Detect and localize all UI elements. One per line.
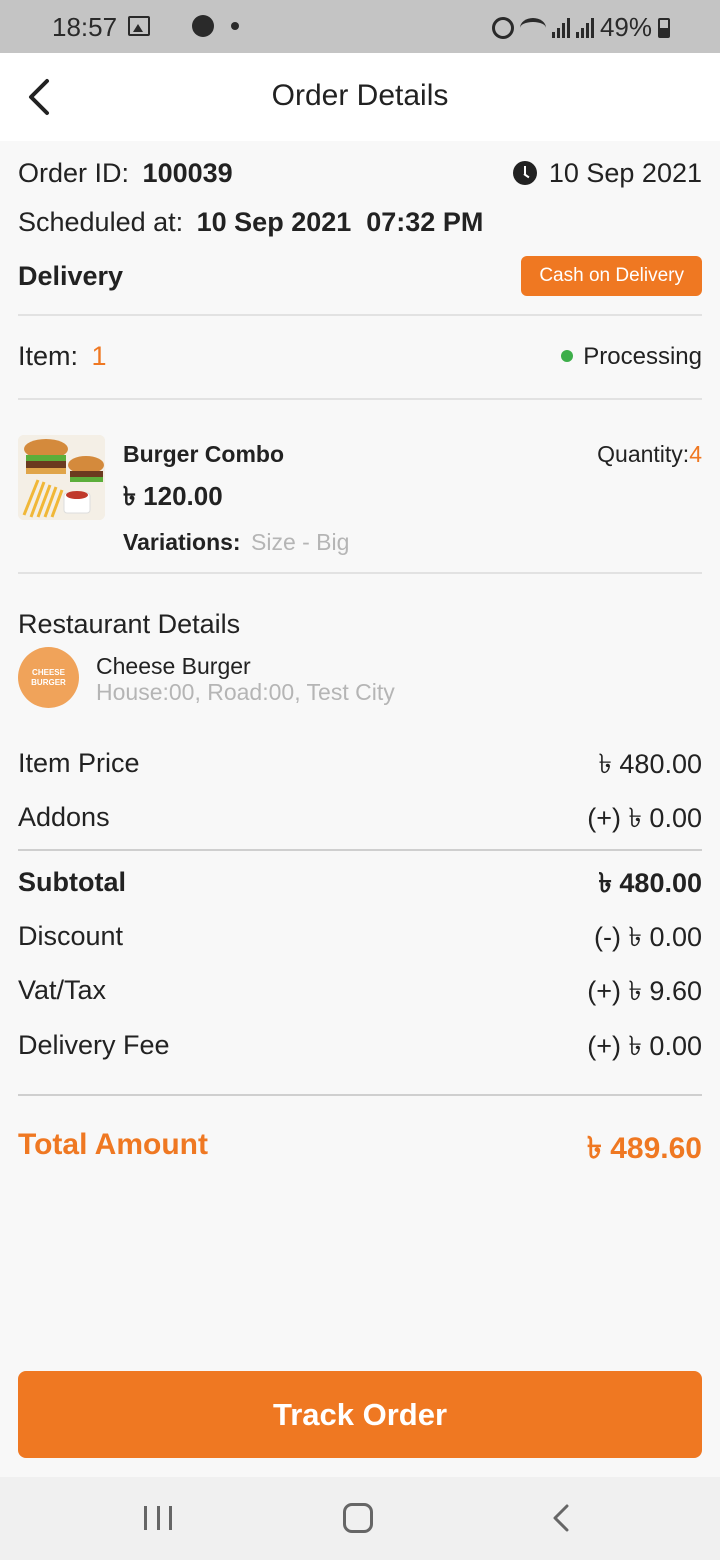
payment-method-badge: Cash on Delivery (521, 256, 702, 296)
item-count-label: Item: (18, 341, 79, 371)
addons-row: Addons (+) ৳ 0.00 (18, 802, 702, 833)
order-id-row: Order ID: 100039 10 Sep 2021 (18, 158, 702, 189)
scheduled-value: 10 Sep 2021 07:32 PM (196, 207, 484, 237)
status-right-group: 49% (491, 12, 670, 43)
product-name-row: Burger Combo Quantity:4 (123, 441, 702, 468)
total-value: ৳ 489.60 (586, 1132, 702, 1165)
subtotal-value: ৳ 480.00 (598, 868, 702, 898)
item-count-row: Item: 1 Processing (18, 341, 702, 372)
status-dot-icon (561, 350, 574, 362)
product-quantity: Quantity:4 (597, 441, 702, 468)
quantity-label: Quantity: (597, 441, 690, 467)
total-label: Total Amount (18, 1128, 208, 1161)
battery-icon (658, 17, 670, 38)
status-time: 18:57 (52, 12, 118, 42)
addons-value: (+) ৳ 0.00 (587, 803, 702, 833)
order-date-text: 10 Sep 2021 (548, 158, 702, 188)
recent-apps-icon[interactable] (144, 1506, 172, 1530)
burger-combo-image (18, 435, 105, 520)
scheduled-label: Scheduled at: (18, 207, 184, 237)
restaurant-logo: CHEESE BURGER (18, 647, 79, 708)
clock-icon (512, 161, 537, 185)
delivery-fee-value: (+) ৳ 0.00 (587, 1031, 702, 1061)
delivery-fee-row: Delivery Fee (+) ৳ 0.00 (18, 1030, 702, 1061)
quantity-value: 4 (689, 441, 702, 467)
vat-value: (+) ৳ 9.60 (587, 976, 702, 1006)
notification-dot-icon (231, 22, 239, 30)
signal-icon-2 (575, 17, 594, 38)
divider (18, 1094, 702, 1096)
burger-image-icon (18, 435, 105, 520)
discount-value: (-) ৳ 0.00 (594, 922, 702, 952)
subtotal-row: Subtotal ৳ 480.00 (18, 867, 702, 898)
product-variations: Variations: Size - Big (123, 529, 702, 556)
gallery-icon (128, 16, 150, 36)
variations-value: Size - Big (251, 529, 350, 555)
restaurant-logo-line2: BURGER (31, 678, 66, 687)
discount-label: Discount (18, 921, 124, 951)
product-price: ৳ 120.00 (123, 481, 223, 511)
wifi-icon (519, 17, 546, 38)
product-name: Burger Combo (123, 441, 284, 467)
restaurant-section-title: Restaurant Details (18, 609, 241, 639)
order-id-value: 100039 (142, 158, 233, 188)
system-nav-bar (0, 1477, 720, 1560)
discount-row: Discount (-) ৳ 0.00 (18, 921, 702, 952)
variations-label: Variations: (123, 529, 241, 555)
status-bar: 18:57 49% (0, 0, 720, 53)
vat-row: Vat/Tax (+) ৳ 9.60 (18, 975, 702, 1006)
alarm-icon (491, 16, 514, 39)
scheduled-row: Scheduled at: 10 Sep 2021 07:32 PM (18, 207, 702, 238)
delivery-fee-label: Delivery Fee (18, 1030, 170, 1060)
total-row: Total Amount ৳ 489.60 (18, 1128, 702, 1165)
page-title: Order Details (271, 79, 449, 112)
item-price-value: ৳ 480.00 (598, 749, 702, 779)
track-order-button[interactable]: Track Order (18, 1371, 702, 1458)
restaurant-address: House:00, Road:00, Test City (96, 679, 395, 705)
item-count-value: 1 (91, 341, 107, 371)
restaurant-name: Cheese Burger (96, 653, 251, 679)
app-bar: Order Details (0, 53, 720, 141)
order-status: Processing (561, 343, 702, 371)
restaurant-logo-line1: CHEESE (32, 668, 65, 677)
order-date: 10 Sep 2021 (512, 158, 702, 189)
item-price-row: Item Price ৳ 480.00 (18, 748, 702, 779)
order-status-text: Processing (583, 343, 702, 370)
subtotal-label: Subtotal (18, 867, 126, 897)
addons-label: Addons (18, 802, 110, 832)
order-id-label: Order ID: (18, 158, 130, 188)
vat-label: Vat/Tax (18, 975, 107, 1005)
item-price-label: Item Price (18, 748, 140, 778)
messenger-icon (192, 15, 214, 37)
signal-icon (551, 17, 570, 38)
divider (18, 849, 702, 851)
divider (18, 398, 702, 400)
divider (18, 572, 702, 574)
divider (18, 314, 702, 316)
battery-percent: 49% (599, 12, 652, 42)
system-back-icon[interactable] (548, 1503, 576, 1533)
home-icon[interactable] (343, 1503, 373, 1533)
